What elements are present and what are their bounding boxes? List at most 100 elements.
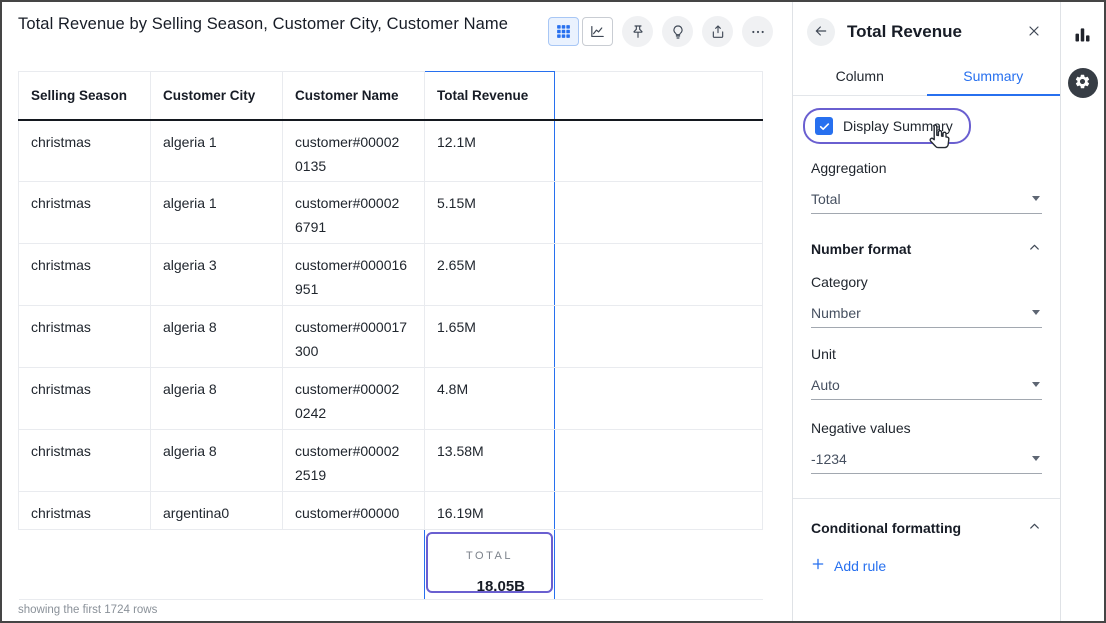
category-select[interactable]: Number	[811, 298, 1042, 328]
dropdown-caret-icon	[1032, 196, 1040, 201]
tab-summary[interactable]: Summary	[927, 59, 1061, 95]
chart-panel-button[interactable]	[1072, 24, 1093, 48]
tab-column[interactable]: Column	[793, 59, 927, 95]
display-summary-label: Display Summary	[843, 118, 953, 134]
display-summary-checkbox[interactable]	[815, 117, 833, 135]
cell-total-revenue[interactable]: 13.58M	[425, 430, 555, 492]
cell-empty	[555, 120, 763, 182]
customer-name-line: customer#000017	[295, 315, 412, 339]
chevron-up-icon	[1027, 519, 1042, 537]
col-header-total-revenue[interactable]: Total Revenue	[425, 72, 555, 120]
panel-title: Total Revenue	[847, 22, 1024, 42]
close-button[interactable]	[1024, 21, 1044, 44]
cell-empty	[19, 530, 151, 600]
lightbulb-button[interactable]	[662, 16, 693, 47]
view-toggle	[548, 17, 613, 46]
col-header-selling-season[interactable]: Selling Season	[19, 72, 151, 120]
column-settings-panel: Total Revenue Column Summary D	[792, 2, 1060, 621]
dropdown-caret-icon	[1032, 456, 1040, 461]
cell-customer-name[interactable]: customer#000026791	[283, 182, 425, 244]
cell-customer-city[interactable]: algeria 8	[151, 430, 283, 492]
cell-total-revenue[interactable]: 4.8M	[425, 368, 555, 430]
cell-total-revenue[interactable]: 2.65M	[425, 244, 555, 306]
cell-summary-total: TOTAL18.05B	[425, 530, 555, 600]
cell-selling-season[interactable]: christmas	[19, 492, 151, 530]
category-value: Number	[811, 305, 861, 321]
unit-value: Auto	[811, 377, 840, 393]
customer-name-line: 2519	[295, 463, 412, 487]
cell-selling-season[interactable]: christmas	[19, 368, 151, 430]
share-button[interactable]	[702, 16, 733, 47]
cell-empty	[283, 530, 425, 600]
cell-customer-name[interactable]: customer#000020242	[283, 368, 425, 430]
settings-button[interactable]	[1068, 68, 1098, 98]
number-format-collapse-button[interactable]	[1027, 240, 1042, 258]
cell-total-revenue[interactable]: 12.1M	[425, 120, 555, 182]
cell-customer-city[interactable]: algeria 8	[151, 306, 283, 368]
add-rule-button[interactable]: Add rule	[811, 557, 886, 574]
more-icon	[750, 24, 766, 40]
main-area: Total Revenue by Selling Season, Custome…	[2, 2, 792, 621]
cell-empty	[555, 182, 763, 244]
col-header-customer-name[interactable]: Customer Name	[283, 72, 425, 120]
table-row: christmasalgeria 3customer#0000169512.65…	[19, 244, 763, 306]
cell-selling-season[interactable]: christmas	[19, 120, 151, 182]
cell-selling-season[interactable]: christmas	[19, 182, 151, 244]
summary-total-label: TOTAL	[428, 544, 551, 568]
bar-chart-icon	[1072, 24, 1093, 48]
cell-customer-name[interactable]: customer#000017300	[283, 306, 425, 368]
cell-empty	[555, 306, 763, 368]
chart-view-button[interactable]	[582, 17, 613, 46]
display-summary-toggle[interactable]: Display Summary	[803, 108, 971, 144]
cell-customer-name[interactable]: customer#000022519	[283, 430, 425, 492]
customer-name-line: 300	[295, 339, 412, 363]
cell-empty	[555, 368, 763, 430]
customer-name-line: customer#00002	[295, 191, 412, 215]
pin-icon	[630, 24, 646, 40]
cell-customer-city[interactable]: algeria 1	[151, 120, 283, 182]
table-row: christmasalgeria 8customer#0000202424.8M	[19, 368, 763, 430]
cell-total-revenue[interactable]: 16.19M	[425, 492, 555, 530]
cell-total-revenue[interactable]: 1.65M	[425, 306, 555, 368]
conditional-formatting-collapse-button[interactable]	[1027, 519, 1042, 537]
customer-name-line: 0135	[295, 154, 412, 178]
back-button[interactable]	[807, 18, 835, 46]
cell-customer-city[interactable]: argentina0	[151, 492, 283, 530]
cell-selling-season[interactable]: christmas	[19, 244, 151, 306]
negative-values-group: Negative values -1234	[811, 420, 1042, 474]
aggregation-group: Aggregation Total	[811, 160, 1042, 214]
cell-customer-name[interactable]: customer#000020135	[283, 120, 425, 182]
cell-total-revenue[interactable]: 5.15M	[425, 182, 555, 244]
cell-customer-city[interactable]: algeria 8	[151, 368, 283, 430]
cell-empty	[555, 244, 763, 306]
cell-customer-name[interactable]: customer#00000	[283, 492, 425, 530]
cell-customer-name[interactable]: customer#000016951	[283, 244, 425, 306]
conditional-formatting-title: Conditional formatting	[811, 520, 961, 536]
table-view-icon	[555, 23, 572, 40]
cell-customer-city[interactable]: algeria 3	[151, 244, 283, 306]
number-format-section-header: Number format	[811, 240, 1042, 258]
side-icon-strip	[1060, 2, 1104, 621]
table-row: christmasalgeria 1customer#0000267915.15…	[19, 182, 763, 244]
cell-selling-season[interactable]: christmas	[19, 306, 151, 368]
cell-empty	[555, 530, 763, 600]
customer-name-line: customer#00000	[295, 501, 412, 525]
row-count-footer: showing the first 1724 rows	[18, 604, 157, 616]
pin-button[interactable]	[622, 16, 653, 47]
cell-selling-season[interactable]: christmas	[19, 430, 151, 492]
dropdown-caret-icon	[1032, 382, 1040, 387]
section-divider	[793, 498, 1060, 499]
chart-view-icon	[589, 23, 606, 40]
aggregation-select[interactable]: Total	[811, 184, 1042, 214]
cell-empty	[555, 430, 763, 492]
more-button[interactable]	[742, 16, 773, 47]
data-table: Selling Season Customer City Customer Na…	[18, 71, 762, 600]
table-view-button[interactable]	[548, 17, 579, 46]
negative-values-select[interactable]: -1234	[811, 444, 1042, 474]
col-header-empty	[555, 72, 763, 120]
cell-customer-city[interactable]: algeria 1	[151, 182, 283, 244]
table-row: christmasargentina0 customer#00000 16.19M	[19, 492, 763, 530]
unit-select[interactable]: Auto	[811, 370, 1042, 400]
unit-group: Unit Auto	[811, 346, 1042, 400]
col-header-customer-city[interactable]: Customer City	[151, 72, 283, 120]
